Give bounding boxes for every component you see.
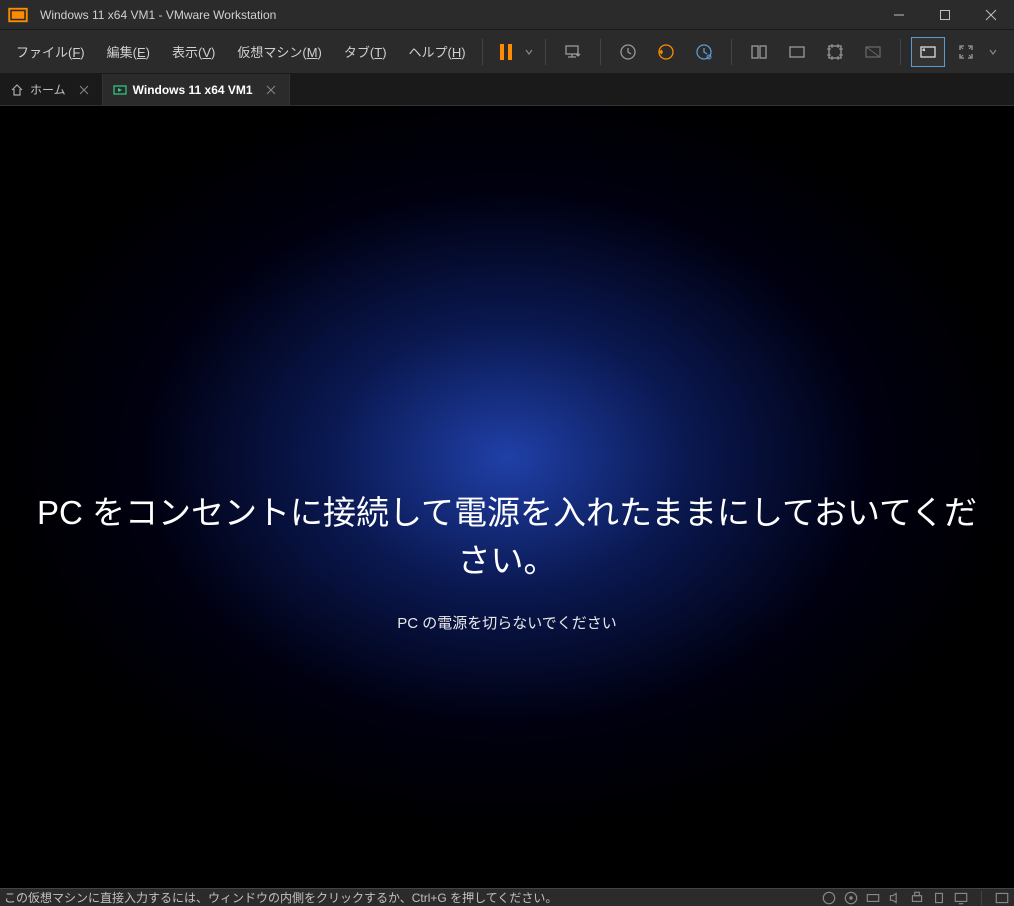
- divider: [981, 891, 982, 905]
- close-button[interactable]: [968, 0, 1014, 30]
- status-usb-icon[interactable]: [931, 891, 947, 905]
- menu-help[interactable]: ヘルプ(H): [399, 36, 476, 67]
- status-printer-icon[interactable]: [909, 891, 925, 905]
- menu-file[interactable]: ファイル(F): [6, 36, 95, 67]
- send-ctrl-alt-del-button[interactable]: [556, 37, 590, 67]
- maximize-button[interactable]: [922, 0, 968, 30]
- guest-title: PC をコンセントに接続して電源を入れたままにしておいてください。: [30, 486, 984, 582]
- fullscreen-button[interactable]: [949, 37, 983, 67]
- snapshot-manager-button[interactable]: [687, 37, 721, 67]
- guest-display[interactable]: PC をコンセントに接続して電源を入れたままにしておいてください。 PC の電源…: [0, 106, 1014, 888]
- power-dropdown[interactable]: [523, 48, 535, 56]
- toolbar: [489, 37, 999, 67]
- tab-home-close[interactable]: [76, 82, 92, 98]
- status-text: この仮想マシンに直接入力するには、ウィンドウの内側をクリックするか、Ctrl+G…: [4, 889, 821, 906]
- status-cd-icon[interactable]: [843, 891, 859, 905]
- app-icon: [8, 5, 28, 25]
- status-sound-icon[interactable]: [887, 891, 903, 905]
- tab-home-label: ホーム: [30, 81, 66, 98]
- tab-vm1-close[interactable]: [263, 82, 279, 98]
- status-icons: [821, 891, 1010, 905]
- tab-vm1-label: Windows 11 x64 VM1: [133, 83, 253, 97]
- minimize-button[interactable]: [876, 0, 922, 30]
- divider: [600, 39, 601, 65]
- divider: [482, 39, 483, 65]
- home-icon: [10, 83, 24, 97]
- window-title: Windows 11 x64 VM1 - VMware Workstation: [36, 8, 876, 22]
- tab-home[interactable]: ホーム: [0, 74, 103, 105]
- status-network-icon[interactable]: [865, 891, 881, 905]
- stretch-guest-button[interactable]: [911, 37, 945, 67]
- status-disk-icon[interactable]: [821, 891, 837, 905]
- menubar: ファイル(F) 編集(E) 表示(V) 仮想マシン(M) タブ(T) ヘルプ(H…: [0, 30, 1014, 74]
- menu-view[interactable]: 表示(V): [162, 36, 225, 67]
- divider: [545, 39, 546, 65]
- vm-icon: [113, 83, 127, 97]
- guest-message: PC をコンセントに接続して電源を入れたままにしておいてください。 PC の電源…: [0, 486, 1014, 633]
- menu-list: ファイル(F) 編集(E) 表示(V) 仮想マシン(M) タブ(T) ヘルプ(H…: [6, 36, 476, 67]
- tabbar: ホーム Windows 11 x64 VM1: [0, 74, 1014, 106]
- menu-edit[interactable]: 編集(E): [97, 36, 160, 67]
- status-display-icon[interactable]: [953, 891, 969, 905]
- divider: [731, 39, 732, 65]
- guest-subtitle: PC の電源を切らないでください: [30, 612, 984, 633]
- status-screen-icon[interactable]: [994, 891, 1010, 905]
- fullscreen-dropdown[interactable]: [987, 48, 999, 56]
- quick-switch-button[interactable]: [818, 37, 852, 67]
- show-console-only-button[interactable]: [780, 37, 814, 67]
- pause-button[interactable]: [489, 37, 523, 67]
- snapshot-take-button[interactable]: [611, 37, 645, 67]
- divider: [900, 39, 901, 65]
- menu-vm[interactable]: 仮想マシン(M): [227, 36, 332, 67]
- snapshot-revert-button[interactable]: [649, 37, 683, 67]
- statusbar: この仮想マシンに直接入力するには、ウィンドウの内側をクリックするか、Ctrl+G…: [0, 888, 1014, 906]
- titlebar: Windows 11 x64 VM1 - VMware Workstation: [0, 0, 1014, 30]
- menu-tab[interactable]: タブ(T): [334, 36, 397, 67]
- window-controls: [876, 0, 1014, 30]
- unity-button[interactable]: [856, 37, 890, 67]
- show-library-button[interactable]: [742, 37, 776, 67]
- tab-vm1[interactable]: Windows 11 x64 VM1: [103, 74, 290, 105]
